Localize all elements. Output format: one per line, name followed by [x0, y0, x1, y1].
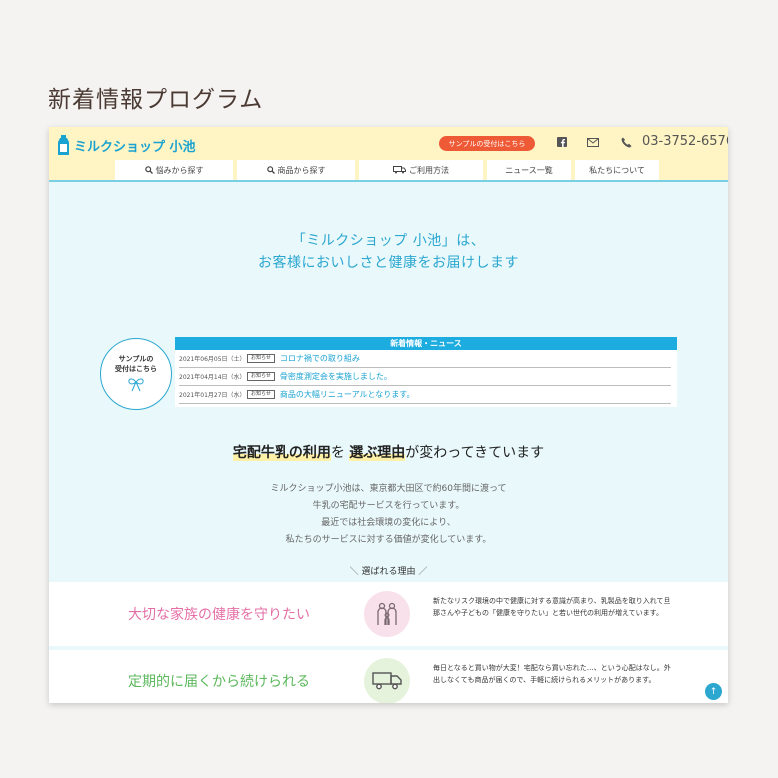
reason-title: 定期的に届くから続けられる: [128, 674, 310, 690]
reason-row-regular-delivery: 定期的に届くから続けられる 毎日となると買い物が大変！宅配なら買い忘れた…、とい…: [49, 650, 728, 703]
logo-text: ミルクショップ 小池: [74, 139, 196, 155]
site-header: ミルクショップ 小池 サンプルの受付はこちら 03-3752-6576 悩みから…: [49, 127, 728, 182]
news-badge: お知らせ: [247, 372, 275, 381]
news-item[interactable]: 2021年06月05日（土） お知らせ コロナ禍での取り組み: [179, 350, 671, 368]
intro-text-line: 最近では社会環境の変化により、: [321, 518, 456, 528]
website-screenshot: ミルクショップ 小池 サンプルの受付はこちら 03-3752-6576 悩みから…: [49, 127, 728, 703]
reason-title: 大切な家族の健康を守りたい: [128, 607, 310, 623]
reason-description: 毎日となると買い物が大変！宅配なら買い忘れた…、という心配はなし。外出しなくても…: [433, 664, 671, 684]
main-nav: 悩みから探す 商品から探す ご利用方法 ニュース一覧 私たちについて: [115, 160, 663, 180]
hero-tagline-line1: 「ミルクショップ 小池」は、: [291, 233, 486, 249]
delivery-truck-icon: [364, 658, 410, 703]
mail-icon[interactable]: [585, 134, 601, 150]
news-item[interactable]: 2021年04月14日（水） お知らせ 骨密度測定会を実施しました。: [179, 368, 671, 386]
facebook-icon[interactable]: [554, 134, 570, 150]
nav-about-us[interactable]: 私たちについて: [575, 160, 659, 180]
phone-icon[interactable]: [618, 134, 634, 150]
search-icon: [266, 166, 275, 174]
chosen-reasons-label: ＼ 選ばれる理由 ／: [349, 567, 428, 577]
reason-description: 新たなリスク環境の中で健康に対する意識が高まり、乳製品を取り入れて旦那さんや子ど…: [433, 597, 671, 617]
truck-icon: [393, 166, 406, 174]
sample-request-button[interactable]: サンプルの受付はこちら: [439, 136, 535, 151]
page-heading: 新着情報プログラム: [48, 87, 264, 113]
reason-row-family-health: 大切な家族の健康を守りたい 新たなリスク環境の中で健康に対する意識が高まり、乳製…: [49, 583, 728, 645]
ribbon-icon: [128, 378, 144, 392]
nav-search-by-concern[interactable]: 悩みから探す: [115, 160, 233, 180]
sample-circle-button[interactable]: サンプルの 受付はこちら: [100, 338, 172, 410]
milk-bottle-icon: [58, 135, 69, 155]
nav-news-list[interactable]: ニュース一覧: [487, 160, 571, 180]
scroll-to-top-button[interactable]: ↑: [705, 683, 722, 700]
phone-number[interactable]: 03-3752-6576: [642, 134, 728, 149]
hero-tagline-line2: お客様においしさと健康をお届けします: [258, 255, 519, 271]
intro-text-line: 牛乳の宅配サービスを行っています。: [312, 501, 465, 511]
reason-heading: 宅配牛乳の利用を 選ぶ理由が変わってきています: [232, 445, 545, 461]
news-item[interactable]: 2021年01月27日（水） お知らせ 商品の大幅リニューアルとなります。: [179, 386, 671, 404]
news-badge: お知らせ: [247, 354, 275, 363]
hero-section: 「ミルクショップ 小池」は、 お客様においしさと健康をお届けします サンプルの …: [49, 182, 728, 582]
site-logo[interactable]: ミルクショップ 小池: [57, 135, 196, 155]
news-panel: 新着情報・ニュース 2021年06月05日（土） お知らせ コロナ禍での取り組み…: [175, 337, 677, 407]
intro-text-line: ミルクショップ小池は、東京都大田区で約60年間に渡って: [270, 484, 507, 494]
family-icon: [364, 591, 410, 637]
nav-search-by-product[interactable]: 商品から探す: [237, 160, 355, 180]
intro-text-line: 私たちのサービスに対する価値が変化しています。: [285, 535, 492, 545]
news-badge: お知らせ: [247, 390, 275, 399]
news-heading: 新着情報・ニュース: [175, 337, 677, 350]
search-icon: [144, 166, 153, 174]
nav-how-to-use[interactable]: ご利用方法: [359, 160, 483, 180]
